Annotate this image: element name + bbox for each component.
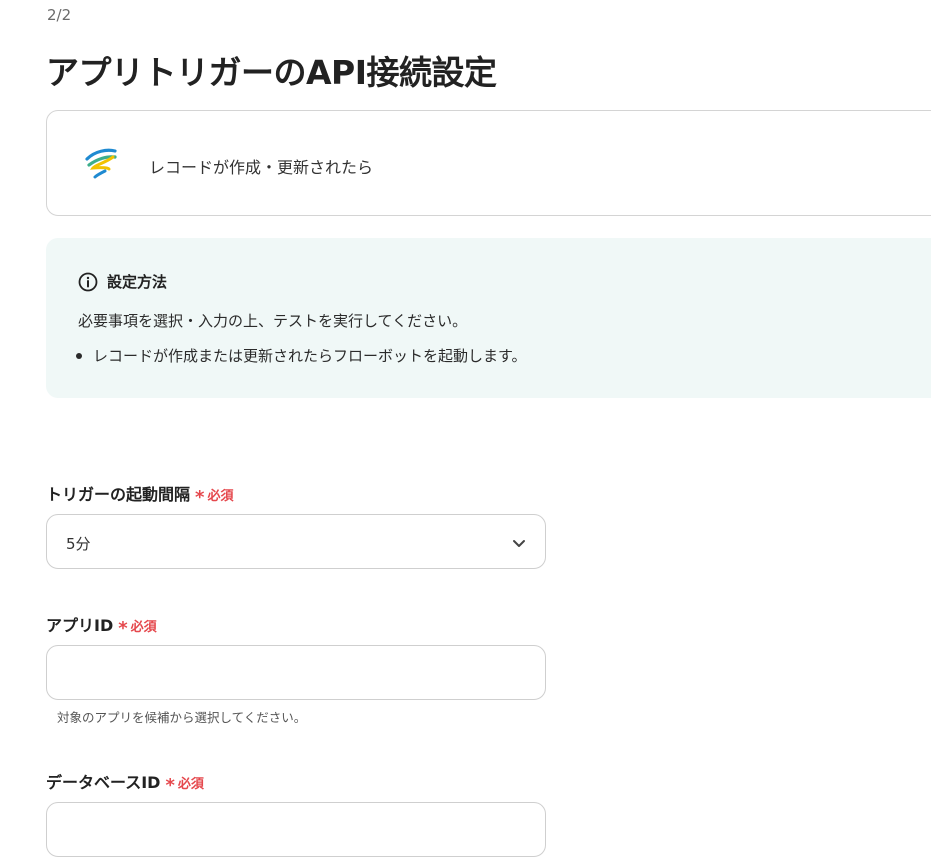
trigger-card: レコードが作成・更新されたら [46, 110, 931, 216]
interval-select[interactable]: 5分 [46, 514, 546, 569]
app-id-label: アプリID * 必須 [46, 612, 157, 639]
required-badge: 必須 [130, 620, 157, 635]
required-badge: 必須 [207, 489, 234, 504]
database-id-input[interactable] [46, 802, 546, 857]
required-star: * [165, 775, 175, 796]
bullet-icon [76, 352, 82, 359]
info-circle-icon [78, 272, 98, 291]
app-id-input[interactable] [46, 645, 546, 700]
app-id-label-text: アプリID [46, 616, 114, 635]
bullet-text: レコードが作成または更新されたらフローボットを起動します。 [93, 347, 527, 365]
instructions-title: 設定方法 [107, 273, 168, 291]
trigger-label: レコードが作成・更新されたら [149, 158, 374, 177]
required-badge: 必須 [177, 777, 204, 792]
setup-instructions: 設定方法 必要事項を選択・入力の上、テストを実行してください。 レコードが作成ま… [46, 238, 931, 398]
interval-label-text: トリガーの起動間隔 [46, 485, 191, 504]
required-star: * [118, 618, 128, 639]
required-star: * [195, 487, 205, 508]
step-indicator: 2/2 [47, 6, 72, 24]
app-id-hint: 対象のアプリを候補から選択してください。 [57, 710, 307, 725]
interval-selected-value: 5分 [66, 535, 91, 553]
chevron-down-icon [513, 540, 525, 547]
kintone-swirl-logo [85, 148, 117, 179]
instructions-header: 設定方法 [78, 271, 167, 292]
database-id-label: データベースID * 必須 [46, 769, 204, 796]
database-id-label-text: データベースID [46, 773, 161, 792]
page-title: アプリトリガーのAPI接続設定 [46, 53, 497, 92]
interval-label: トリガーの起動間隔 * 必須 [46, 481, 234, 508]
list-item: レコードが作成または更新されたらフローボットを起動します。 [76, 345, 527, 366]
instructions-description: 必要事項を選択・入力の上、テストを実行してください。 [78, 312, 468, 330]
